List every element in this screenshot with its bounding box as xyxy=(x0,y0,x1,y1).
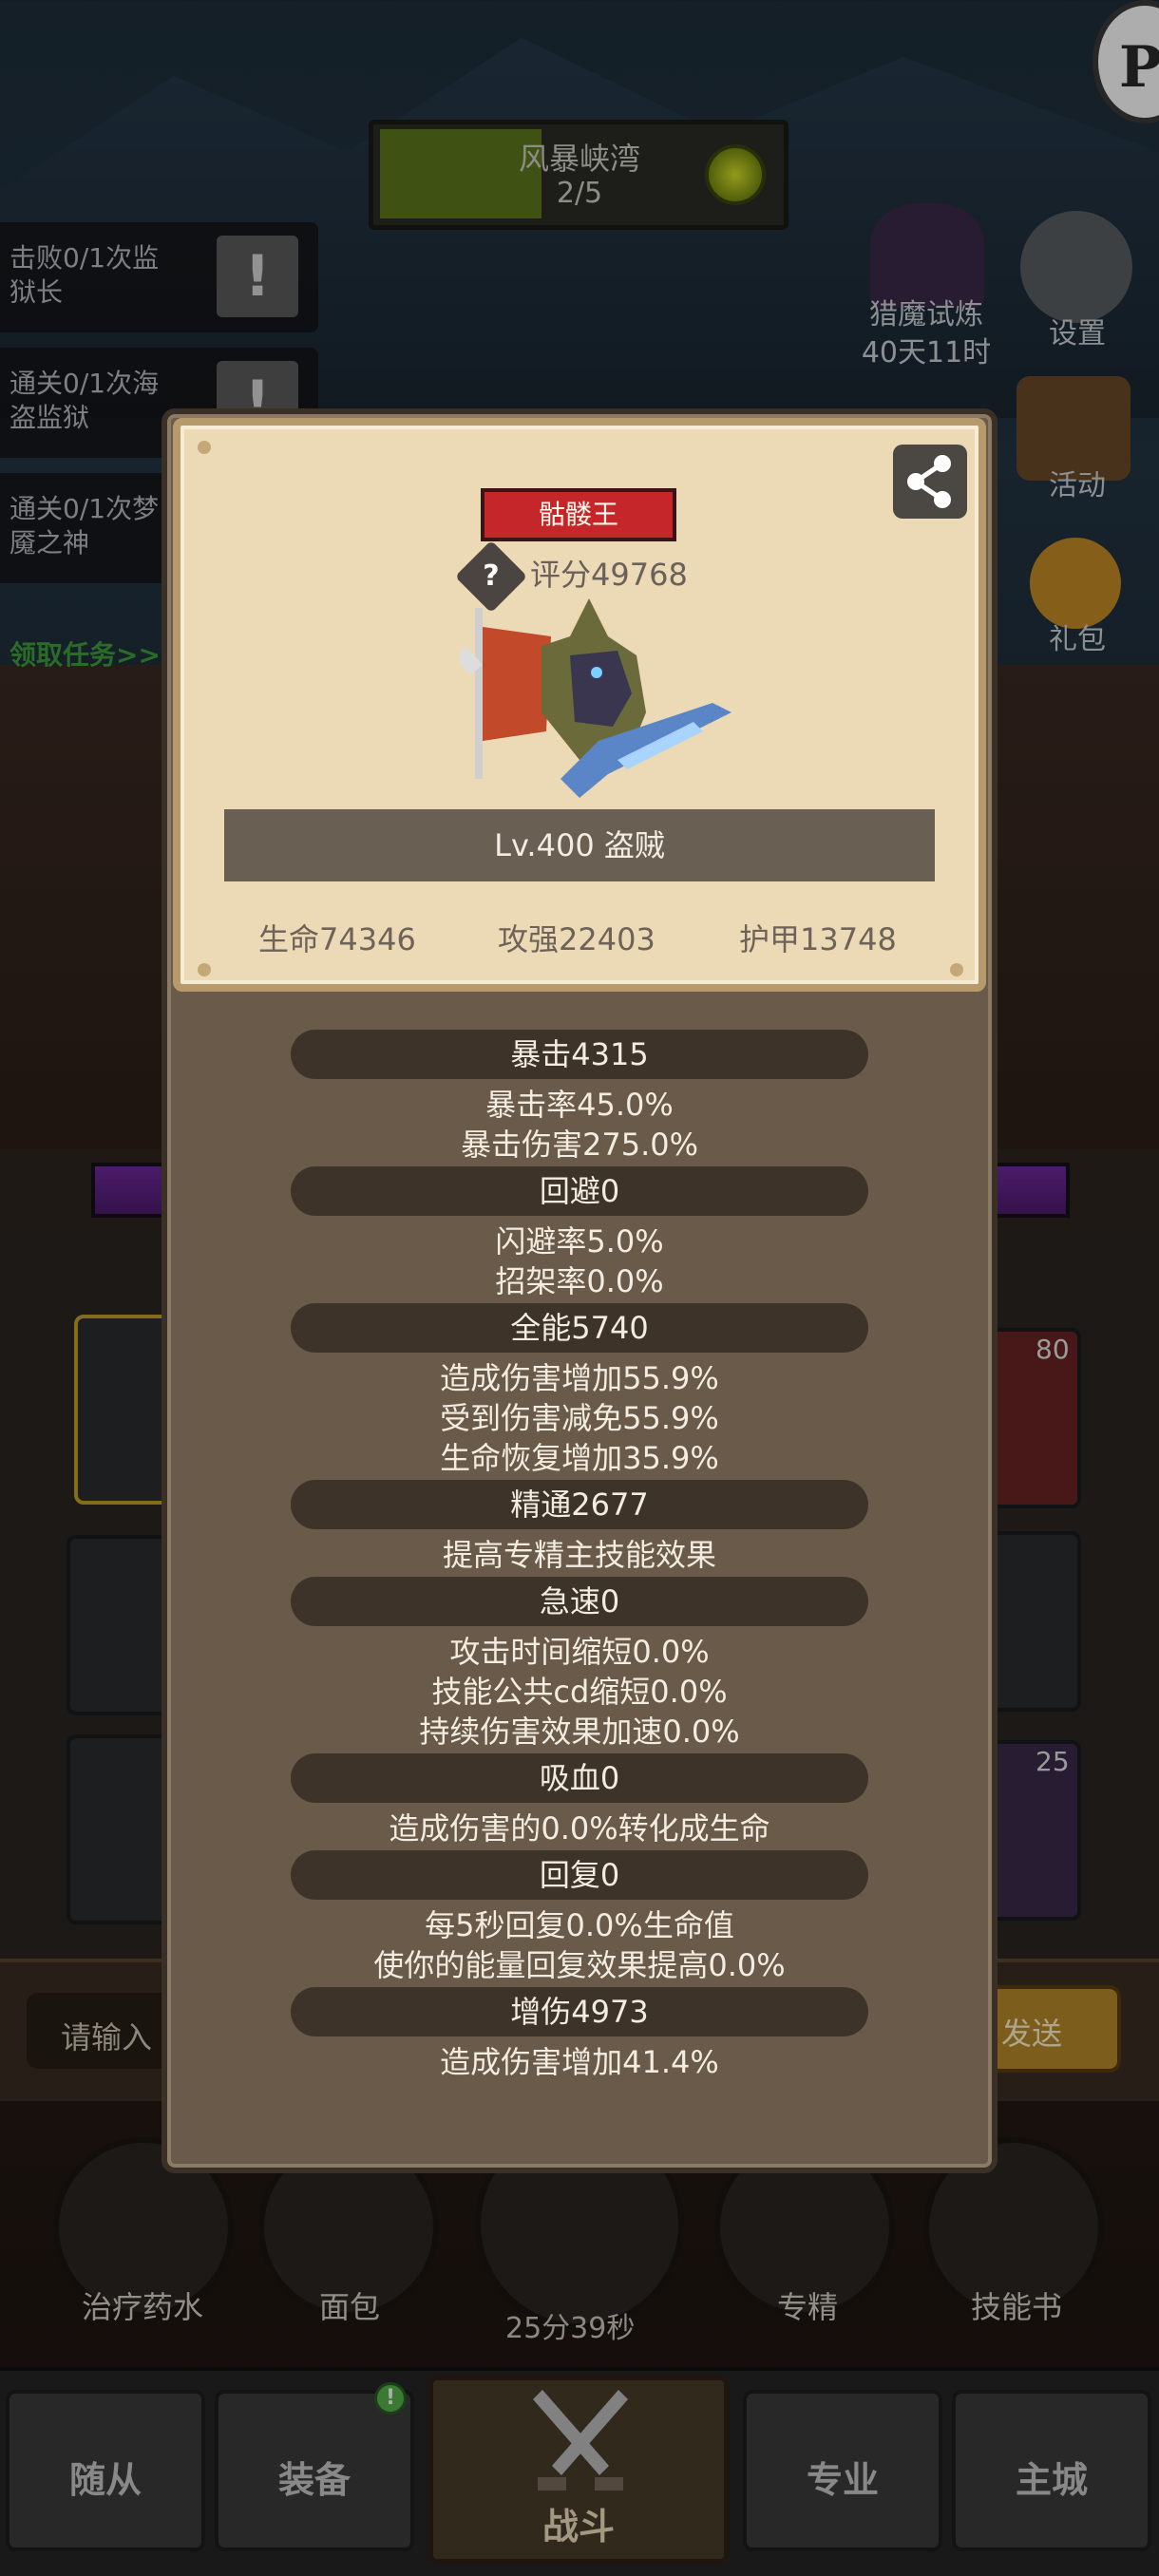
stat-line: 造成伤害的0.0%转化成生命 xyxy=(389,1810,770,1847)
stat-line: 使你的能量回复效果提高0.0% xyxy=(373,1947,786,1983)
section-header: 回复0 xyxy=(291,1850,868,1900)
stat-line: 造成伤害增加55.9% xyxy=(440,1360,719,1396)
card-rivet xyxy=(198,441,211,454)
stat-line: 闪避率5.0% xyxy=(495,1223,664,1260)
card-rivet xyxy=(950,963,963,976)
section-header: 回避0 xyxy=(291,1166,868,1216)
stat-line: 暴击率45.0% xyxy=(485,1087,674,1123)
section-header: 暴击4315 xyxy=(291,1030,868,1079)
stat-line: 提高专精主技能效果 xyxy=(442,1537,716,1573)
stat-line: 招架率0.0% xyxy=(495,1263,664,1299)
section-header: 精通2677 xyxy=(291,1480,868,1529)
boss-name-tag: 骷髅王 xyxy=(481,488,676,541)
armor-stat: 护甲13748 xyxy=(739,921,897,957)
stat-line: 生命恢复增加35.9% xyxy=(440,1440,719,1476)
section-header: 急速0 xyxy=(291,1577,868,1626)
stat-line: 暴击伤害275.0% xyxy=(460,1127,699,1163)
stat-line: 受到伤害减免55.9% xyxy=(440,1400,719,1436)
section-header: 吸血0 xyxy=(291,1753,868,1803)
stat-line: 持续伤害效果加速0.0% xyxy=(419,1714,740,1750)
section-header: 增伤4973 xyxy=(291,1987,868,2036)
stat-line: 造成伤害增加41.4% xyxy=(440,2044,719,2080)
share-icon[interactable] xyxy=(893,445,967,519)
hp-stat: 生命74346 xyxy=(258,921,416,957)
stat-line: 技能公共cd缩短0.0% xyxy=(431,1674,728,1710)
card-rivet xyxy=(198,963,211,976)
stat-line: 攻击时间缩短0.0% xyxy=(449,1634,710,1670)
boss-sprite xyxy=(446,570,750,817)
section-header: 全能5740 xyxy=(291,1303,868,1353)
attack-power-stat: 攻强22403 xyxy=(498,921,656,957)
stat-line: 每5秒回复0.0%生命值 xyxy=(425,1907,734,1943)
level-class-bar: Lv.400 盗贼 xyxy=(224,809,935,881)
